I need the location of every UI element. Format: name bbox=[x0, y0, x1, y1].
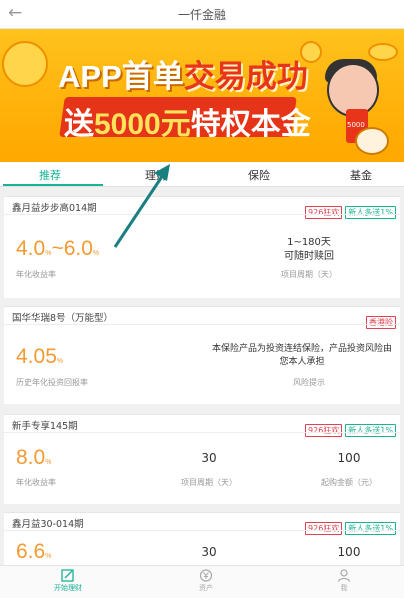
nav-assets[interactable]: 资产 bbox=[166, 569, 246, 593]
risk-text-cont: 您本人承担 bbox=[279, 357, 325, 367]
promo-badge: 926狂欢 bbox=[305, 206, 343, 219]
bottom-nav: 开始理财 资产 我 bbox=[0, 565, 404, 598]
period-label: 项目周期（天） bbox=[281, 270, 337, 279]
product-name: 鑫月益30-014期 bbox=[12, 519, 84, 530]
divider bbox=[4, 530, 400, 531]
risk-label: 风险提示 bbox=[293, 378, 325, 387]
rate-label: 历史年化投资回报率 bbox=[16, 378, 88, 387]
banner-headline: APP首单交易成功 bbox=[58, 51, 308, 96]
min-amount-value: 100 bbox=[337, 451, 361, 465]
cat-mascot-icon bbox=[355, 127, 389, 155]
top-bar: ← 一仟金融 bbox=[0, 0, 404, 29]
edit-icon bbox=[61, 569, 74, 582]
active-tab-indicator bbox=[3, 184, 103, 186]
banner-subline-prefix: 送 bbox=[64, 108, 94, 141]
min-amount-value: 100 bbox=[337, 545, 361, 559]
promo-badge: 926狂欢 bbox=[305, 424, 343, 437]
promo-banner[interactable]: APP首单交易成功 送5000元特权本金 5000 bbox=[0, 29, 404, 162]
product-badges: 香港险 bbox=[363, 310, 396, 329]
banner-subline-suffix: 特权本金 bbox=[190, 108, 311, 141]
rate-unit: % bbox=[56, 358, 64, 365]
product-name: 国华华瑞8号（万能型） bbox=[12, 313, 114, 324]
nav-me[interactable]: 我 bbox=[304, 569, 384, 593]
tab-tuijian[interactable]: 推荐 bbox=[39, 167, 61, 183]
newcomer-badge: 新人多送1% bbox=[345, 522, 396, 535]
rate-label: 年化收益率 bbox=[16, 478, 56, 487]
product-badges: 926狂欢 新人多送1% bbox=[302, 516, 396, 535]
period-label: 项目周期（天） bbox=[181, 478, 237, 487]
product-card[interactable]: 国华华瑞8号（万能型） 香港险 4.05% 历史年化投资回报率 本保险产品为投资… bbox=[4, 306, 400, 404]
user-icon bbox=[337, 569, 351, 582]
redeem-note: 可随时赎回 bbox=[284, 251, 334, 262]
period-value: 30 bbox=[201, 545, 217, 559]
coin-decoration bbox=[368, 43, 398, 61]
nav-label: 我 bbox=[340, 584, 348, 592]
tab-licai[interactable]: 理财 bbox=[145, 167, 167, 183]
min-amount-label: 起购金额（元） bbox=[321, 478, 377, 487]
rate-label: 年化收益率 bbox=[16, 270, 56, 279]
coin-decoration bbox=[2, 41, 48, 87]
period-value: 30 bbox=[201, 451, 217, 465]
annual-rate: 4.0%~6.0% bbox=[16, 237, 99, 261]
page-title: 一仟金融 bbox=[177, 8, 226, 22]
rate-separator: ~ bbox=[51, 237, 64, 260]
tab-jijin[interactable]: 基金 bbox=[350, 167, 372, 183]
rate-value: 4.05 bbox=[16, 345, 57, 368]
annual-rate: 4.05% bbox=[16, 345, 63, 369]
nav-label: 开始理财 bbox=[54, 584, 82, 592]
category-tabs: 推荐 理财 保险 基金 bbox=[0, 162, 404, 187]
rate-unit: % bbox=[45, 459, 52, 466]
banner-subline-amount: 5000元 bbox=[94, 108, 191, 141]
banner-headline-prefix: APP首单 bbox=[58, 59, 184, 94]
phone-text: 5000 bbox=[347, 121, 365, 129]
product-name: 鑫月益步步高014期 bbox=[12, 203, 97, 214]
product-card[interactable]: 鑫月益30-014期 926狂欢 新人多送1% 6.6% 30 100 bbox=[4, 512, 400, 566]
nav-start-invest[interactable]: 开始理财 bbox=[28, 569, 108, 593]
product-card[interactable]: 新手专享145期 926狂欢 新人多送1% 8.0% 年化收益率 30 项目周期（… bbox=[4, 414, 400, 504]
rate-value: 4.0 bbox=[16, 237, 46, 260]
product-card[interactable]: 鑫月益步步高014期 926狂欢 新人多送1% 4.0%~6.0% 年化收益率 1… bbox=[4, 196, 400, 298]
annual-rate: 8.0% bbox=[16, 446, 51, 470]
banner-headline-highlight: 交易成功 bbox=[183, 59, 308, 94]
product-name: 新手专享145期 bbox=[12, 421, 78, 432]
divider bbox=[4, 214, 400, 215]
insurance-badge: 香港险 bbox=[366, 316, 396, 329]
rate-unit: % bbox=[92, 250, 100, 257]
rate-value: 8.0 bbox=[16, 446, 46, 469]
product-badges: 926狂欢 新人多送1% bbox=[302, 200, 396, 219]
newcomer-badge: 新人多送1% bbox=[345, 424, 396, 437]
annual-rate: 6.6% bbox=[16, 540, 51, 564]
product-badges: 926狂欢 新人多送1% bbox=[302, 418, 396, 437]
rate-unit: % bbox=[45, 553, 52, 560]
tab-baoxian[interactable]: 保险 bbox=[248, 167, 270, 183]
banner-subline: 送5000元特权本金 bbox=[64, 99, 311, 143]
period-value: 1~180天 bbox=[287, 237, 331, 248]
promo-badge: 926狂欢 bbox=[305, 522, 343, 535]
risk-text: 本保险产品为投资连结保险，产品投资风险由 bbox=[211, 344, 392, 354]
divider bbox=[4, 432, 400, 433]
divider bbox=[4, 324, 400, 325]
newcomer-badge: 新人多送1% bbox=[345, 206, 396, 219]
rate-value: 6.6 bbox=[16, 540, 46, 563]
nav-label: 资产 bbox=[199, 584, 213, 592]
yen-icon bbox=[199, 569, 213, 582]
rate-value-max: 6.0 bbox=[63, 237, 93, 260]
